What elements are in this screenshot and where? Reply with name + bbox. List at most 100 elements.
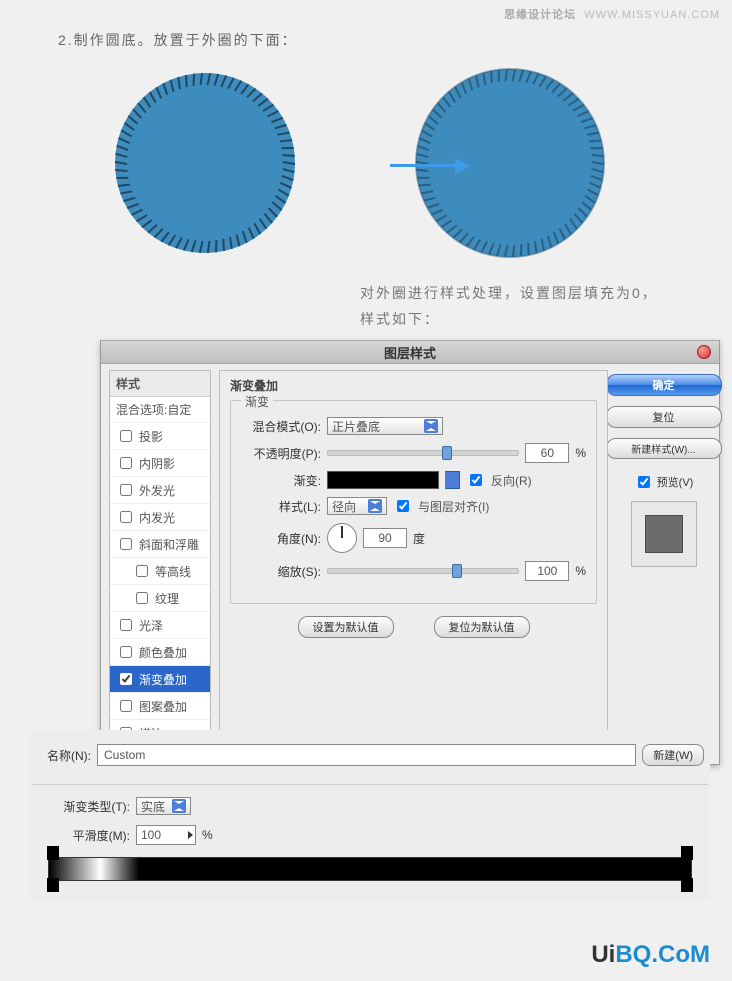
style-item-5[interactable]: 等高线	[110, 558, 210, 585]
smoothness-input[interactable]: 100	[136, 825, 196, 845]
opacity-stop-right[interactable]	[681, 846, 693, 860]
opacity-label: 不透明度(P):	[241, 445, 321, 462]
dropdown-icon	[172, 799, 186, 813]
close-icon[interactable]	[697, 345, 711, 359]
stepper-icon	[188, 831, 193, 839]
style-label: 样式(L):	[241, 498, 321, 515]
settings-title: 渐变叠加	[220, 371, 607, 396]
percent-unit: %	[575, 446, 586, 460]
style-item-label: 颜色叠加	[139, 644, 187, 661]
style-item-2[interactable]: 外发光	[110, 477, 210, 504]
smoothness-value: 100	[141, 828, 161, 842]
style-item-9[interactable]: 渐变叠加	[110, 666, 210, 693]
dialog-side: 确定 复位 新建样式(W)... 预览(V)	[616, 370, 711, 748]
ok-button[interactable]: 确定	[606, 374, 722, 396]
gradient-type-select[interactable]: 实底	[136, 797, 191, 815]
opacity-value[interactable]: 60	[525, 443, 569, 463]
opacity-stop-left[interactable]	[47, 846, 59, 860]
angle-dial[interactable]	[327, 523, 357, 553]
color-stop-left[interactable]	[47, 878, 59, 892]
dropdown-icon	[368, 499, 382, 513]
scale-value[interactable]: 100	[525, 561, 569, 581]
opacity-slider[interactable]	[327, 450, 519, 456]
new-gradient-button[interactable]: 新建(W)	[642, 744, 704, 766]
style-value: 径向	[332, 498, 356, 515]
reset-button[interactable]: 复位	[606, 406, 722, 428]
style-item-checkbox[interactable]	[120, 538, 132, 550]
style-item-label: 内发光	[139, 509, 175, 526]
smoothness-label: 平滑度(M):	[40, 827, 130, 844]
angle-value[interactable]: 90	[363, 528, 407, 548]
scale-slider[interactable]	[327, 568, 519, 574]
reset-default-button[interactable]: 复位为默认值	[434, 616, 530, 638]
style-item-7[interactable]: 光泽	[110, 612, 210, 639]
style-item-1[interactable]: 内阴影	[110, 450, 210, 477]
style-item-checkbox[interactable]	[136, 592, 148, 604]
gradient-fieldset: 渐变 混合模式(O): 正片叠底 不透明度(P): 60 %	[230, 400, 597, 604]
style-item-checkbox[interactable]	[120, 511, 132, 523]
style-item-6[interactable]: 纹理	[110, 585, 210, 612]
preview-label: 预览(V)	[657, 474, 694, 490]
style-item-3[interactable]: 内发光	[110, 504, 210, 531]
make-default-button[interactable]: 设置为默认值	[298, 616, 394, 638]
arrow-icon	[390, 156, 470, 176]
style-item-10[interactable]: 图案叠加	[110, 693, 210, 720]
gradient-settings: 渐变类型(T): 实底 平滑度(M): 100 %	[32, 784, 708, 889]
name-input[interactable]: Custom	[97, 744, 636, 766]
gradient-type-value: 实底	[141, 798, 165, 815]
style-select[interactable]: 径向	[327, 497, 387, 515]
gradient-label: 渐变:	[241, 472, 321, 489]
watermark-en: WWW.MISSYUAN.COM	[584, 9, 720, 21]
new-style-button[interactable]: 新建样式(W)...	[606, 438, 722, 459]
align-checkbox[interactable]	[397, 500, 409, 512]
style-item-label: 等高线	[155, 563, 191, 580]
blend-mode-label: 混合模式(O):	[241, 418, 321, 435]
style-item-0[interactable]: 投影	[110, 423, 210, 450]
caption-line2: 样式如下：	[360, 306, 658, 332]
style-item-checkbox[interactable]	[120, 457, 132, 469]
dropdown-icon	[424, 419, 438, 433]
settings-panel: 渐变叠加 渐变 混合模式(O): 正片叠底 不透明度(P): 60	[219, 370, 608, 748]
watermark-part1: Ui	[591, 941, 615, 968]
gradient-strip[interactable]	[48, 857, 692, 881]
illustration	[90, 58, 640, 268]
watermark-part2: BQ.CoM	[615, 941, 710, 968]
style-list-header: 样式	[110, 371, 210, 397]
percent-unit: %	[575, 564, 586, 578]
dialog-title: 图层样式	[101, 343, 719, 362]
caption-line1: 对外圈进行样式处理，设置图层填充为0，	[360, 280, 658, 306]
reverse-label: 反向(R)	[491, 472, 532, 489]
style-item-label: 光泽	[139, 617, 163, 634]
style-item-checkbox[interactable]	[120, 430, 132, 442]
dialog-titlebar[interactable]: 图层样式	[101, 340, 719, 364]
style-item-label: 内阴影	[139, 455, 175, 472]
fieldset-label: 渐变	[241, 393, 273, 410]
style-item-label: 纹理	[155, 590, 179, 607]
reverse-checkbox[interactable]	[470, 474, 482, 486]
gradient-picker-icon[interactable]	[445, 471, 460, 489]
blend-mode-select[interactable]: 正片叠底	[327, 417, 443, 435]
watermark-cn: 思缘设计论坛	[504, 9, 576, 21]
style-item-checkbox[interactable]	[120, 646, 132, 658]
preview-checkbox[interactable]	[638, 476, 650, 488]
style-item-4[interactable]: 斜面和浮雕	[110, 531, 210, 558]
blend-mode-value: 正片叠底	[332, 418, 380, 435]
step-text: 2.制作圆底。放置于外圈的下面：	[58, 30, 298, 50]
gradient-type-label: 渐变类型(T):	[40, 798, 130, 815]
style-item-checkbox[interactable]	[136, 565, 148, 577]
color-stop-right[interactable]	[681, 878, 693, 892]
blend-options-row[interactable]: 混合选项:自定	[110, 397, 210, 423]
style-item-checkbox[interactable]	[120, 484, 132, 496]
style-item-checkbox[interactable]	[120, 700, 132, 712]
style-item-checkbox[interactable]	[120, 619, 132, 631]
name-label: 名称(N):	[36, 747, 91, 764]
style-item-8[interactable]: 颜色叠加	[110, 639, 210, 666]
gradient-editor: 名称(N): Custom 新建(W) 渐变类型(T): 实底 平滑度(M): …	[30, 730, 710, 900]
caption: 对外圈进行样式处理，设置图层填充为0， 样式如下：	[360, 280, 658, 332]
degree-unit: 度	[413, 530, 425, 547]
style-item-label: 渐变叠加	[139, 671, 187, 688]
style-item-checkbox[interactable]	[120, 673, 132, 685]
preview-box	[631, 501, 697, 567]
watermark-top: 思缘设计论坛 WWW.MISSYUAN.COM	[504, 6, 720, 22]
gradient-swatch[interactable]	[327, 471, 439, 489]
